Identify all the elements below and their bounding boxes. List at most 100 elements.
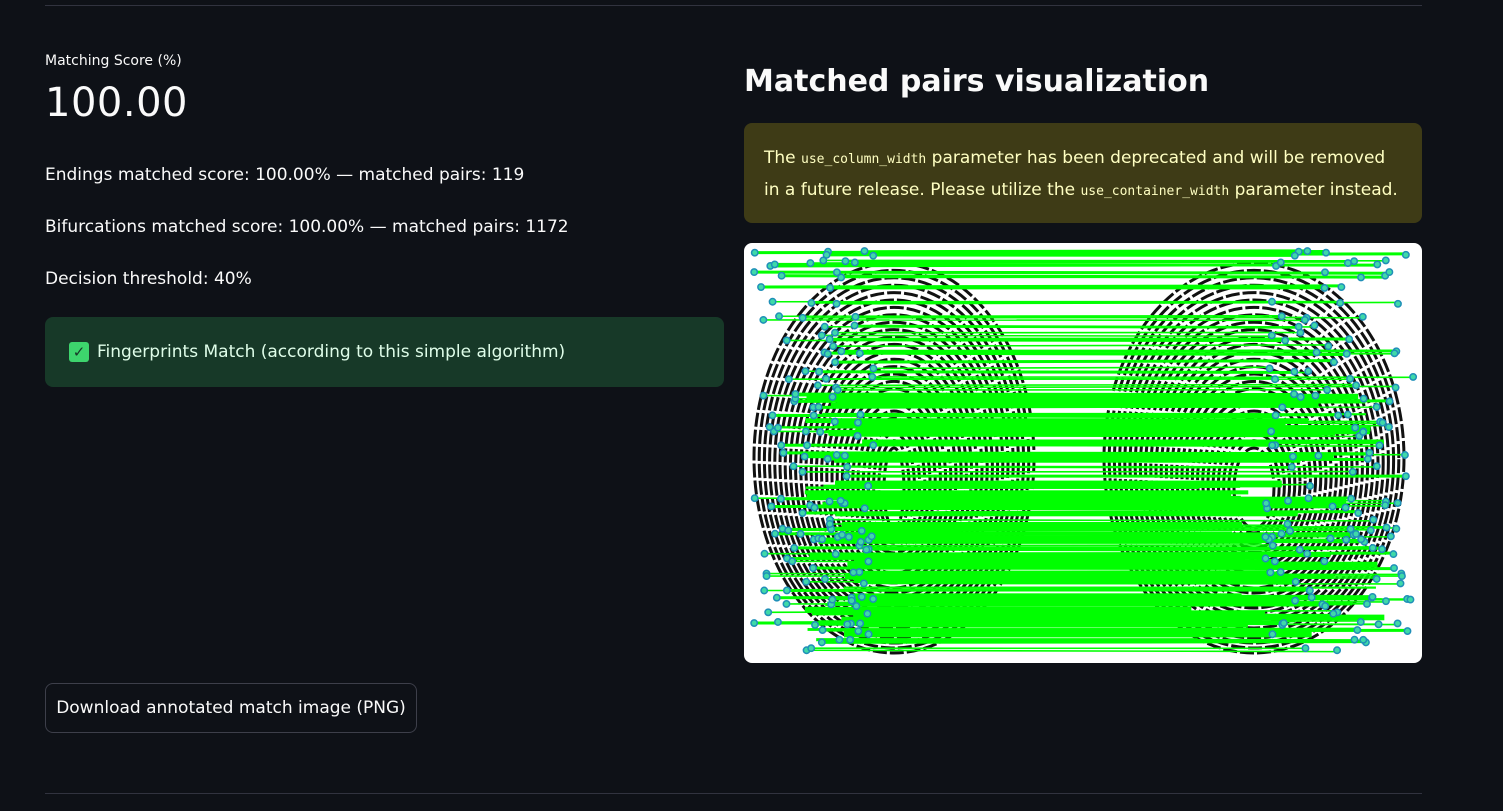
- minutia-point: [823, 349, 832, 358]
- minutia-point: [1265, 364, 1274, 373]
- minutia-point: [831, 328, 839, 337]
- minutia-point: [1389, 550, 1398, 559]
- match-band: [804, 490, 1249, 495]
- minutia-point: [1276, 258, 1285, 267]
- match-band: [835, 480, 1282, 488]
- minutia-point: [837, 347, 846, 356]
- minutia-point: [759, 391, 768, 400]
- minutia-point: [860, 247, 869, 255]
- minutia-point: [1279, 619, 1288, 628]
- minutia-point: [782, 600, 791, 608]
- minutia-point: [1406, 595, 1415, 604]
- top-divider: [45, 5, 1422, 6]
- minutia-point: [1312, 348, 1321, 357]
- minutia-point: [1270, 557, 1279, 566]
- minutia-point: [1403, 627, 1412, 636]
- minutia-point: [818, 626, 827, 635]
- fingerprint-match-graphic: [750, 247, 1418, 655]
- minutia-point: [768, 411, 777, 420]
- minutia-point: [750, 494, 759, 503]
- match-band: [855, 426, 1371, 432]
- minutia-point: [828, 393, 837, 401]
- minutia-point: [869, 251, 878, 260]
- minutia-point: [856, 537, 865, 546]
- minutia-point: [803, 441, 811, 450]
- minutia-point: [798, 467, 807, 476]
- match-band: [818, 538, 1262, 544]
- minutia-point: [1321, 268, 1329, 277]
- minutia-point: [1378, 418, 1387, 427]
- minutia-point: [1373, 260, 1382, 269]
- minutia-point: [844, 533, 853, 541]
- minutia-point: [855, 349, 864, 358]
- minutia-point: [1271, 375, 1279, 384]
- threshold-stat: Decision threshold: 40%: [45, 269, 252, 289]
- match-line: [761, 284, 1342, 289]
- minutia-point: [852, 602, 861, 611]
- minutia-point: [798, 509, 807, 517]
- minutia-point: [1285, 526, 1294, 535]
- minutia-point: [1359, 394, 1368, 403]
- minutia-point: [869, 595, 878, 603]
- minutia-point: [1390, 564, 1398, 572]
- minutia-point: [1268, 441, 1277, 450]
- match-band: [807, 628, 1227, 631]
- minutia-point: [1300, 315, 1309, 324]
- deprecation-warning: The use_column_width parameter has been …: [744, 123, 1422, 223]
- minutia-point: [825, 497, 834, 506]
- match-band: [825, 603, 1224, 606]
- match-line: [855, 316, 1363, 319]
- match-result-text: Fingerprints Match (according to this si…: [97, 342, 566, 362]
- minutia-point: [849, 568, 858, 577]
- match-band: [853, 577, 1299, 584]
- minutia-point: [1348, 467, 1357, 476]
- minutia-point: [847, 596, 856, 605]
- minutia-point: [1281, 336, 1290, 345]
- warning-text-3: parameter instead.: [1229, 180, 1398, 200]
- minutia-point: [779, 448, 788, 457]
- minutia-point: [1278, 403, 1287, 412]
- minutia-point: [859, 579, 868, 588]
- minutia-point: [760, 586, 769, 595]
- minutia-point: [817, 331, 826, 340]
- match-band: [854, 557, 1246, 563]
- minutia-point: [1267, 331, 1276, 340]
- check-mark-icon: ✓: [69, 342, 89, 362]
- minutia-point: [1283, 520, 1292, 528]
- minutia-point: [864, 557, 873, 566]
- matched-pairs-image: [744, 243, 1422, 663]
- minutia-point: [867, 532, 876, 541]
- minutia-point: [853, 432, 862, 440]
- minutia-point: [1328, 502, 1337, 511]
- minutia-point: [789, 462, 798, 471]
- match-line: [868, 546, 1383, 551]
- minutia-point: [1392, 524, 1401, 533]
- minutia-point: [846, 635, 855, 644]
- minutia-point: [1320, 283, 1329, 292]
- download-image-button[interactable]: Download annotated match image (PNG): [45, 683, 417, 733]
- minutia-point: [773, 618, 782, 626]
- minutia-point: [782, 336, 791, 345]
- match-line: [854, 260, 1281, 264]
- minutia-point: [767, 502, 776, 511]
- minutia-point: [807, 644, 816, 653]
- match-band: [834, 460, 1301, 463]
- minutia-point: [750, 268, 759, 277]
- match-line: [853, 570, 1271, 574]
- minutia-point: [854, 418, 862, 427]
- match-band: [830, 402, 1319, 408]
- minutia-point: [1267, 427, 1276, 436]
- endings-stat: Endings matched score: 100.00% — matched…: [45, 165, 525, 185]
- minutia-point: [1343, 410, 1352, 419]
- minutia-point: [857, 592, 866, 601]
- minutia-point: [857, 526, 866, 535]
- minutia-point: [801, 367, 810, 376]
- minutia-point: [1261, 533, 1270, 541]
- minutia-point: [1358, 312, 1367, 321]
- minutia-point: [791, 390, 800, 399]
- minutia-point: [802, 577, 811, 586]
- match-line: [786, 339, 1286, 343]
- minutia-point: [1321, 602, 1330, 611]
- match-line: [817, 383, 1357, 387]
- minutia-point: [770, 260, 779, 269]
